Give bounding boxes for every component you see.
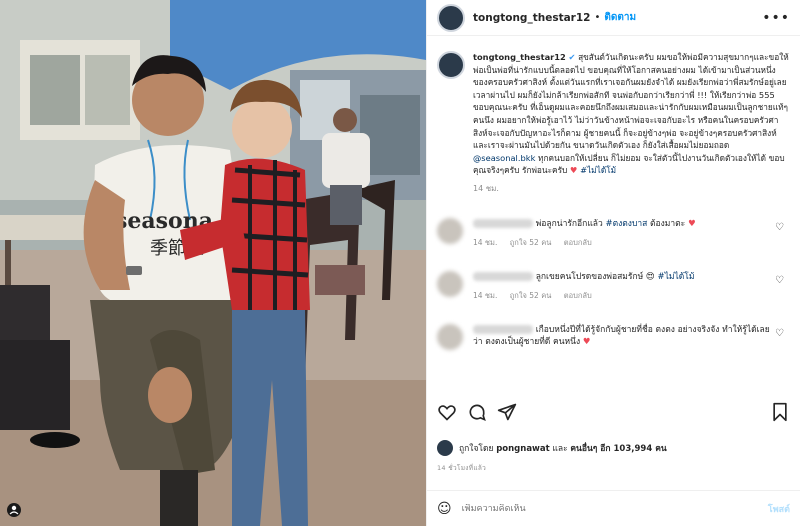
comment-item: เกือบหนึ่งปีที่ได้รู้จักกับผู้ชายที่ชื่อ… (437, 323, 790, 350)
caption-text: สุขสันต์วันเกิดนะครับ ผมขอให้พ่อมีความสุ… (473, 52, 789, 151)
post-photo[interactable]: seasona 季節性 (0, 0, 426, 526)
comment-hashtag[interactable]: #ไม่ได้โม้ (657, 272, 694, 282)
comment-meta: 14 ชม. ถูกใจ 52 คน ตอบกลับ (473, 237, 773, 249)
follow-button[interactable]: ติดตาม (604, 10, 636, 25)
post-header: tongtong_thestar12 • ติดตาม ••• (427, 0, 800, 36)
photo-illustration: seasona 季節性 (0, 0, 426, 526)
comment-like-heart-icon[interactable]: ♡ (775, 328, 784, 339)
comment-item: พ่อลูกน่ารักอีกแล้ว #ตงตงบาส ต้องมาตะ ♥ … (437, 217, 790, 249)
comment-heart-emoji: ♥ (582, 336, 591, 347)
likes-summary: ถูกใจโดย pongnawat และ คนอื่นๆ อีก 103,9… (437, 440, 667, 456)
caption-username[interactable]: tongtong_thestar12 (473, 52, 566, 62)
caption-hashtag[interactable]: #ไม่ได้โม้ (580, 165, 616, 175)
comment-text: พ่อลูกน่ารักอีกแล้ว (535, 218, 606, 229)
comment-input[interactable] (461, 503, 768, 514)
commenter-avatar[interactable] (437, 217, 463, 244)
author-username[interactable]: tongtong_thestar12 (473, 12, 590, 24)
caption: tongtong_thestar12 ✔ สุขสันต์วันเกิดนะคร… (437, 51, 790, 196)
heart-icon[interactable] (437, 402, 457, 422)
comment-emoji: 😍 (645, 271, 655, 282)
bookmark-icon[interactable] (770, 402, 790, 422)
likes-middle: และ (552, 444, 568, 454)
commenter-avatar[interactable] (437, 323, 463, 350)
liker-avatar[interactable] (437, 440, 453, 456)
comment-time: 14 ชม. (473, 290, 498, 300)
caption-mention-link[interactable]: @seasonal.bkk (473, 153, 535, 163)
comment-like-heart-icon[interactable]: ♡ (775, 222, 784, 233)
commenter-username-blurred[interactable] (473, 218, 533, 228)
comment-likes[interactable]: ถูกใจ 52 คน (510, 238, 552, 247)
reply-button[interactable]: ตอบกลับ (564, 238, 592, 247)
post-comment-button[interactable]: โพสต์ (768, 502, 790, 516)
red-heart-emoji: ♥ (569, 165, 578, 176)
action-bar (437, 402, 790, 424)
comment-heart-emoji: ♥ (687, 218, 696, 229)
comment-time: 14 ชม. (473, 237, 498, 247)
post-side-panel: tongtong_thestar12 • ติดตาม ••• tongtong… (426, 0, 800, 526)
comment-text-after: ต้องมาตะ (647, 218, 688, 229)
commenter-username-blurred[interactable] (473, 271, 533, 281)
separator-dot: • (594, 12, 601, 23)
more-horizontal-icon[interactable]: ••• (762, 10, 790, 26)
likes-others-count[interactable]: คนอื่นๆ อีก 103,994 คน (570, 444, 666, 454)
commenter-username-blurred[interactable] (473, 324, 533, 334)
comments-section: tongtong_thestar12 ✔ สุขสันต์วันเกิดนะคร… (427, 37, 800, 393)
comment-likes[interactable]: ถูกใจ 52 คน (510, 291, 552, 300)
caption-body: tongtong_thestar12 ✔ สุขสันต์วันเกิดนะคร… (473, 51, 789, 196)
comment-icon[interactable] (467, 402, 487, 422)
liker-username[interactable]: pongnawat (496, 444, 550, 454)
comment-like-heart-icon[interactable]: ♡ (775, 275, 784, 286)
reply-button[interactable]: ตอบกลับ (564, 291, 592, 300)
author-avatar[interactable] (437, 3, 465, 32)
comment-item: ลูกเขยคนโปรดของพ่อสมรักษ์ 😍 #ไม่ได้โม้ 1… (437, 270, 790, 302)
emoji-icon[interactable]: ☺ (437, 501, 452, 517)
share-icon[interactable] (497, 402, 517, 422)
caption-time: 14 ชม. (473, 183, 499, 193)
verified-icon: ✔ (568, 52, 576, 62)
commenter-avatar[interactable] (437, 270, 463, 297)
likes-prefix: ถูกใจโดย (459, 444, 494, 454)
post-date: 14 ชั่วโมงที่แล้ว (437, 464, 487, 472)
caption-avatar[interactable] (437, 51, 465, 79)
add-comment-bar: ☺ โพสต์ (427, 490, 800, 526)
comment-hashtag[interactable]: #ตงตงบาส (605, 219, 647, 229)
comment-meta: 14 ชม. ถูกใจ 52 คน ตอบกลับ (473, 290, 773, 302)
comment-text: ลูกเขยคนโปรดของพ่อสมรักษ์ (535, 271, 646, 282)
